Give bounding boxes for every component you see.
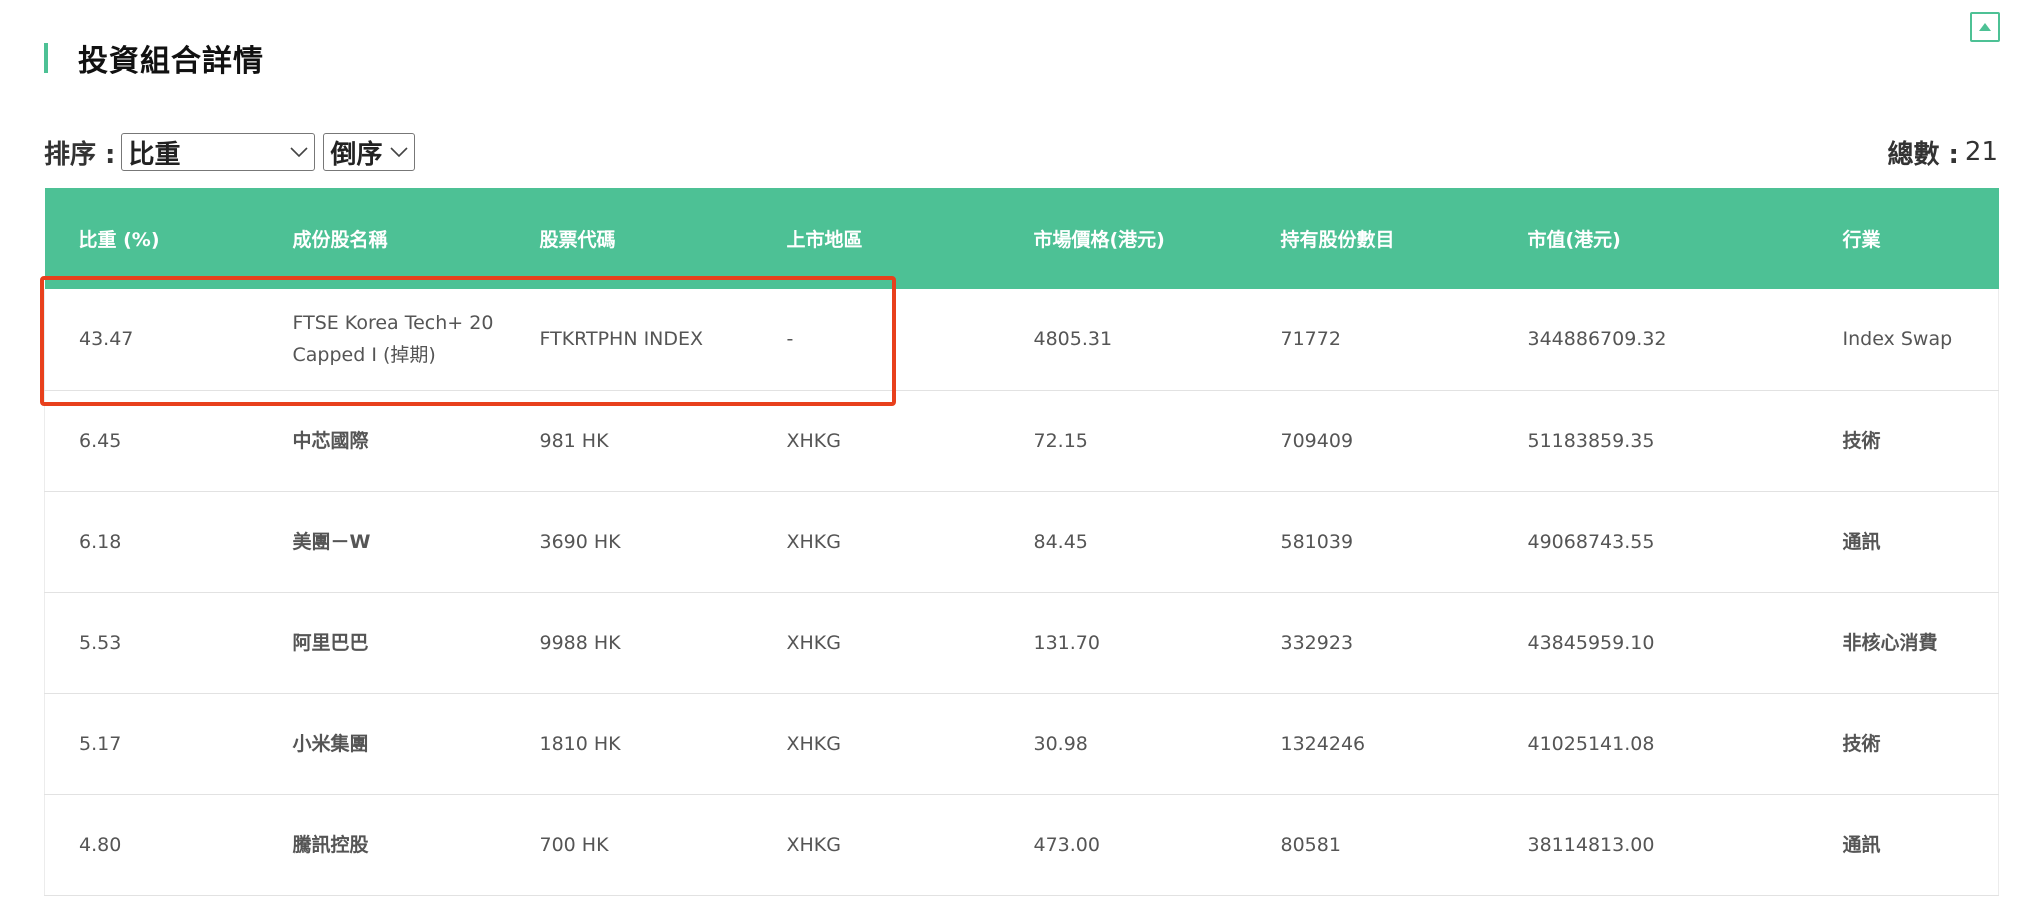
- cell-shares: 71772: [1280, 328, 1341, 351]
- cell-value: 49068743.55: [1527, 530, 1655, 553]
- portfolio-details-page: 投資組合詳情 排序 : 比重 倒序 總數 : 21 比重 (%) 成份股名稱 股…: [0, 0, 2028, 914]
- cell-value: 51183859.35: [1527, 429, 1655, 452]
- cell-name: 中芯國際: [292, 429, 369, 452]
- cell-industry: 非核心消費: [1842, 631, 1938, 654]
- cell-price: 4805.31: [1033, 328, 1113, 351]
- sort-order-value: 倒序: [330, 139, 383, 170]
- cell-name: 騰訊控股: [292, 833, 369, 856]
- cell-shares: 709409: [1280, 429, 1354, 452]
- cell-code: 1810 HK: [539, 732, 621, 755]
- header-industry[interactable]: 行業: [1809, 188, 1999, 289]
- total-value: 21: [1964, 137, 1998, 167]
- cell-value: 43845959.10: [1527, 631, 1655, 654]
- title-accent-bar: [44, 43, 48, 73]
- cell-price: 473.00: [1033, 833, 1100, 856]
- cell-price: 72.15: [1033, 429, 1088, 452]
- section-header: 投資組合詳情: [44, 42, 264, 79]
- cell-value: 344886709.32: [1527, 328, 1667, 351]
- cell-value: 41025141.08: [1527, 732, 1655, 755]
- table-row: 4.80 騰訊控股 700 HK XHKG 473.00 80581 38114…: [44, 794, 1999, 895]
- cell-industry: 技術: [1842, 429, 1881, 452]
- holdings-table: 比重 (%) 成份股名稱 股票代碼 上市地區 市場價格(港元) 持有股份數目 市…: [44, 188, 1999, 896]
- cell-shares: 332923: [1280, 631, 1354, 654]
- cell-weight: 5.53: [79, 631, 122, 654]
- table-header-row: 比重 (%) 成份股名稱 股票代碼 上市地區 市場價格(港元) 持有股份數目 市…: [44, 188, 1999, 289]
- sort-label: 排序 :: [44, 139, 116, 170]
- cell-market: -: [786, 328, 794, 351]
- cell-weight: 4.80: [79, 833, 122, 856]
- cell-name: 小米集團: [292, 732, 369, 755]
- cell-market: XHKG: [786, 833, 842, 856]
- table-row: 43.47 FTSE Korea Tech+ 20 Capped I (掉期) …: [44, 289, 1999, 390]
- cell-market: XHKG: [786, 732, 842, 755]
- cell-weight: 6.18: [79, 530, 122, 553]
- scroll-to-top-button[interactable]: [1970, 12, 2000, 42]
- cell-shares: 80581: [1280, 833, 1341, 856]
- table-row: 6.45 中芯國際 981 HK XHKG 72.15 709409 51183…: [44, 390, 1999, 491]
- total-count: 總數 : 21: [1887, 131, 1998, 173]
- cell-code: 700 HK: [539, 833, 609, 856]
- section-title: 投資組合詳情: [78, 44, 264, 79]
- header-code[interactable]: 股票代碼: [506, 188, 753, 289]
- cell-industry: 通訊: [1842, 530, 1881, 553]
- chevron-down-icon: [390, 147, 409, 157]
- header-value[interactable]: 市值(港元): [1494, 188, 1809, 289]
- cell-market: XHKG: [786, 530, 842, 553]
- sort-field-select[interactable]: 比重: [121, 133, 316, 171]
- header-weight[interactable]: 比重 (%): [45, 188, 259, 289]
- table-row: 6.18 美團－W 3690 HK XHKG 84.45 581039 4906…: [44, 491, 1999, 592]
- header-name[interactable]: 成份股名稱: [259, 188, 506, 289]
- cell-shares: 1324246: [1280, 732, 1366, 755]
- triangle-up-icon: [1979, 23, 1991, 31]
- cell-weight: 6.45: [79, 429, 122, 452]
- total-label: 總數 :: [1887, 139, 1959, 170]
- header-market[interactable]: 上市地區: [753, 188, 1000, 289]
- cell-price: 30.98: [1033, 732, 1088, 755]
- cell-name: 阿里巴巴: [292, 631, 369, 654]
- cell-value: 38114813.00: [1527, 833, 1655, 856]
- cell-industry: 通訊: [1842, 833, 1881, 856]
- cell-code: 981 HK: [539, 429, 609, 452]
- cell-price: 84.45: [1033, 530, 1088, 553]
- header-price[interactable]: 市場價格(港元): [1000, 188, 1247, 289]
- cell-weight: 43.47: [79, 328, 134, 351]
- header-shares[interactable]: 持有股份數目: [1247, 188, 1494, 289]
- cell-industry: Index Swap: [1842, 328, 1953, 351]
- cell-name: 美團－W: [292, 530, 371, 553]
- sort-field-value: 比重: [128, 139, 181, 170]
- cell-code: 9988 HK: [539, 631, 621, 654]
- cell-industry: 技術: [1842, 732, 1881, 755]
- cell-name: FTSE Korea Tech+ 20 Capped I (掉期): [292, 312, 494, 367]
- table-row: 5.17 小米集團 1810 HK XHKG 30.98 1324246 410…: [44, 693, 1999, 794]
- cell-market: XHKG: [786, 429, 842, 452]
- sort-order-select[interactable]: 倒序: [323, 133, 416, 171]
- cell-shares: 581039: [1280, 530, 1354, 553]
- cell-price: 131.70: [1033, 631, 1100, 654]
- sort-controls: 排序 : 比重 倒序: [44, 131, 416, 173]
- cell-weight: 5.17: [79, 732, 122, 755]
- cell-code: 3690 HK: [539, 530, 621, 553]
- chevron-down-icon: [290, 147, 309, 157]
- table-row: 5.53 阿里巴巴 9988 HK XHKG 131.70 332923 438…: [44, 592, 1999, 693]
- cell-market: XHKG: [786, 631, 842, 654]
- cell-code: FTKRTPHN INDEX: [539, 328, 704, 351]
